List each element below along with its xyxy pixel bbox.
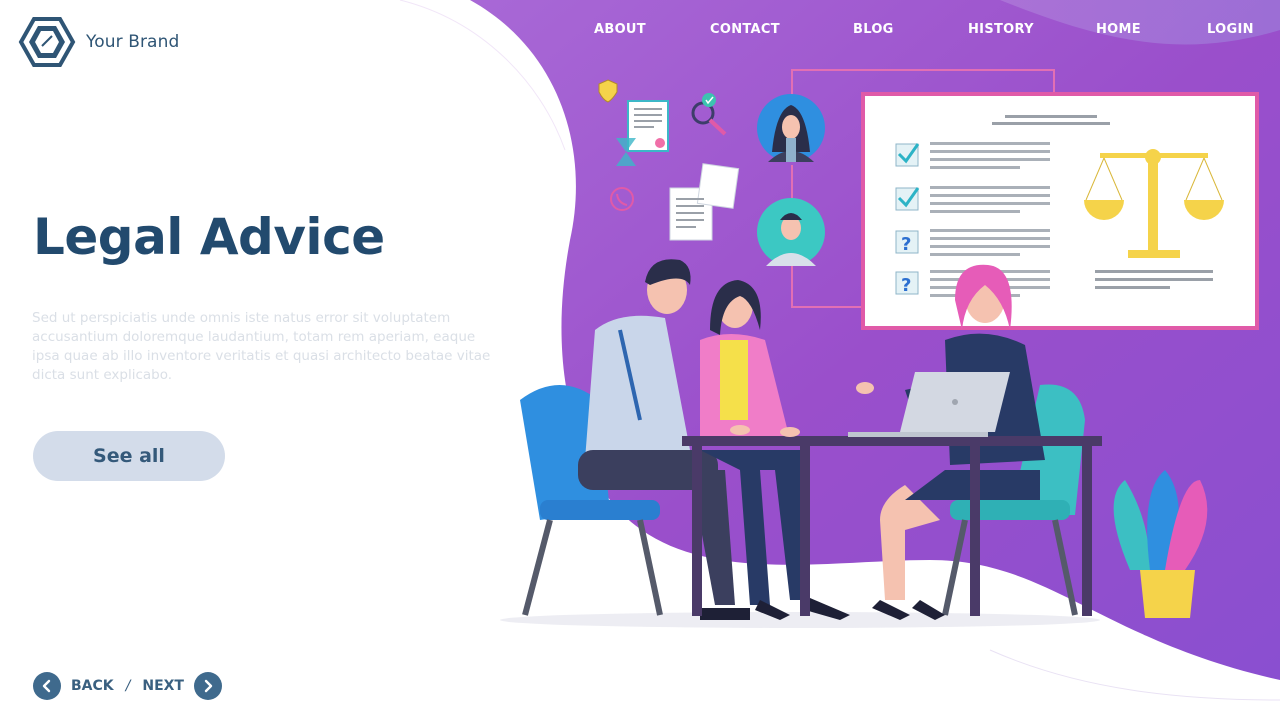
plant-pot-icon bbox=[1113, 470, 1208, 618]
nav-item-blog[interactable]: BLOG bbox=[853, 22, 894, 37]
next-link[interactable]: NEXT bbox=[142, 678, 184, 694]
back-button[interactable] bbox=[33, 672, 61, 700]
certificate-icon bbox=[627, 100, 669, 152]
avatar-man-icon bbox=[757, 198, 825, 266]
checkbox-checked-icon bbox=[895, 187, 920, 211]
nav-item-home[interactable]: HOME bbox=[1096, 22, 1141, 37]
question-box-icon: ? bbox=[895, 230, 919, 255]
legal-meeting-illustration: ? ? bbox=[500, 69, 1259, 628]
back-link[interactable]: BACK bbox=[71, 678, 114, 694]
hexagon-logo-icon bbox=[18, 17, 76, 67]
svg-text:?: ? bbox=[901, 275, 911, 296]
nav-item-about[interactable]: ABOUT bbox=[594, 22, 646, 37]
shield-icon bbox=[598, 79, 618, 103]
chevron-left-icon bbox=[42, 679, 51, 693]
checkbox-checked-icon bbox=[895, 143, 920, 167]
see-all-button[interactable]: See all bbox=[33, 431, 225, 481]
magnifier-check-icon bbox=[691, 93, 727, 136]
pager-separator: / bbox=[125, 678, 131, 694]
brand[interactable]: Your Brand bbox=[18, 16, 179, 68]
documents-icon bbox=[669, 163, 740, 241]
nav-item-contact[interactable]: CONTACT bbox=[710, 22, 780, 37]
nav-item-history[interactable]: HISTORY bbox=[968, 22, 1034, 37]
next-button[interactable] bbox=[193, 672, 222, 700]
phone-icon bbox=[610, 187, 634, 211]
avatar-woman-icon bbox=[757, 94, 825, 162]
laptop-icon bbox=[848, 372, 1010, 437]
hero-description: Sed ut perspiciatis unde omnis iste natu… bbox=[32, 310, 491, 383]
pager: BACK / NEXT bbox=[33, 672, 222, 700]
page-title: Legal Advice bbox=[33, 208, 385, 266]
svg-text:?: ? bbox=[901, 234, 911, 255]
nav-item-login[interactable]: LOGIN bbox=[1207, 22, 1254, 37]
document-board: ? ? bbox=[861, 92, 1259, 330]
chevron-right-icon bbox=[204, 679, 213, 693]
top-nav: ABOUT CONTACT BLOG HISTORY HOME LOGIN bbox=[560, 22, 1280, 42]
brand-name: Your Brand bbox=[86, 32, 180, 52]
question-box-icon: ? bbox=[895, 271, 919, 296]
